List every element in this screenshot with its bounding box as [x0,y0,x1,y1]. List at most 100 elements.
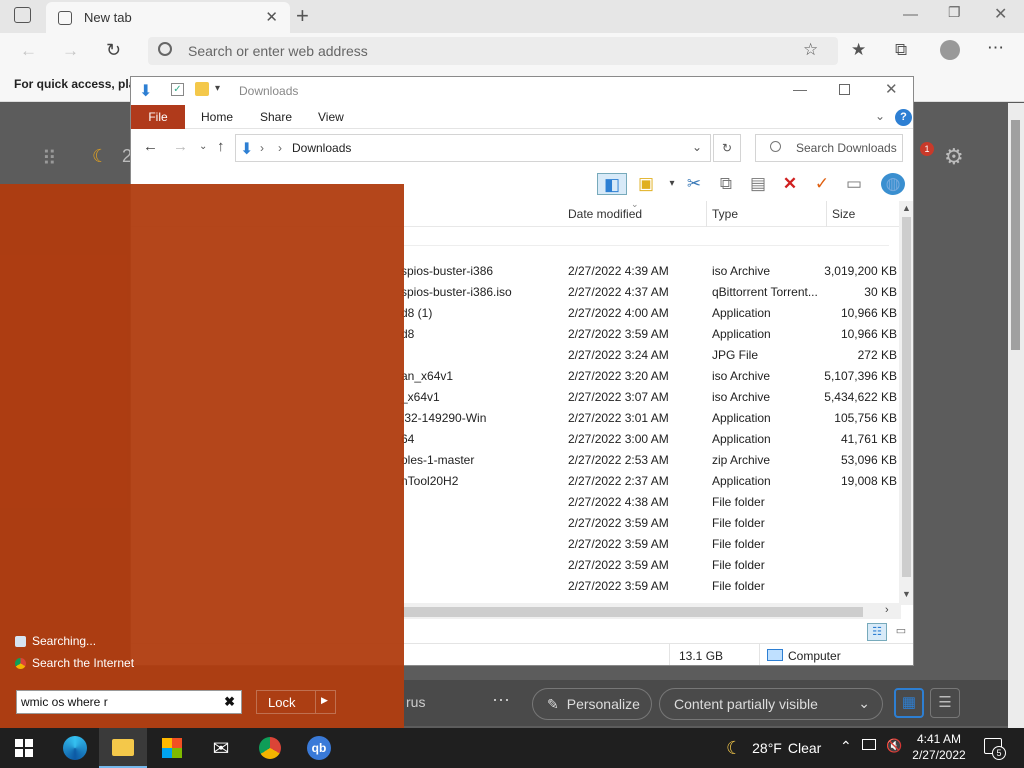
start-button[interactable] [0,728,48,768]
explorer-refresh-button[interactable]: ↻ [713,134,741,162]
explorer-back-icon[interactable]: ← [143,138,158,155]
ribbon-tab-share[interactable]: Share [260,105,292,129]
content-visibility-dropdown[interactable]: Content partially visible ⌄ [659,688,883,720]
taskbar-weather[interactable]: ☾ 28°F Clear [726,728,821,768]
explorer-maximize-icon[interactable] [839,84,850,95]
help-icon[interactable]: ? [895,109,912,126]
apps-grid-icon[interactable]: ⠿ [42,146,57,171]
back-icon[interactable]: ← [20,41,37,61]
more-options-icon[interactable]: ⋯ [492,690,510,711]
up-folder-icon[interactable]: ↑ [217,138,225,155]
restore-icon[interactable]: ❐ [948,4,961,21]
file-date: 2/27/2022 3:59 AM [568,558,669,572]
browser-tab[interactable]: New tab ✕ [46,2,290,33]
list-layout-icon[interactable]: ☰ [930,688,960,718]
file-date: 2/27/2022 3:01 AM [568,411,669,425]
column-date-modified[interactable]: Date modified [568,207,642,221]
path-downloads[interactable]: Downloads [292,141,351,155]
favorites-icon[interactable]: ★ [851,40,866,60]
volume-muted-icon[interactable]: 🔇 [886,738,902,754]
taskbar-qbittorrent[interactable]: qb [295,728,343,768]
details-view-icon[interactable]: ☷ [867,623,887,641]
forward-icon[interactable]: → [62,41,79,61]
clear-search-icon[interactable]: ✖ [224,694,235,710]
personalize-label: Personalize [566,696,640,712]
refresh-icon[interactable]: ↻ [106,40,121,61]
grid-layout-icon[interactable]: ▦ [894,688,924,718]
new-folder-icon[interactable]: ▣ [635,173,657,195]
searching-icon [15,635,26,647]
cut-icon[interactable]: ✂ [683,173,705,195]
close-tab-icon[interactable]: ✕ [265,8,278,26]
file-size: 272 KB [857,348,897,362]
taskbar-chrome[interactable] [246,728,294,768]
delete-icon[interactable]: ✕ [779,173,801,195]
scroll-up-icon[interactable]: ▲ [902,203,911,213]
rename-icon[interactable]: ▭ [843,173,865,195]
checkmark-icon[interactable]: ✓ [811,173,833,195]
page-scroll-thumb[interactable] [1011,120,1020,350]
minimize-icon[interactable]: — [903,6,918,23]
file-type: Application [712,306,771,320]
path-dropdown-icon[interactable]: ⌄ [692,140,702,154]
more-menu-icon[interactable]: ⋯ [987,38,1004,58]
paste-icon[interactable]: ▤ [747,173,769,195]
explorer-forward-icon[interactable]: → [173,138,188,155]
collections-icon[interactable]: ⧉ [895,40,907,60]
ribbon-tab-view[interactable]: View [318,105,344,129]
toolbar-dropdown-icon[interactable]: ▾ [661,173,683,195]
add-favorite-icon[interactable]: ☆ [803,40,818,60]
taskbar-clock[interactable]: 4:41 AM 2/27/2022 [908,731,970,763]
file-list-hscroll-thumb[interactable] [401,607,863,617]
file-size: 30 KB [864,285,897,299]
lock-button[interactable]: Lock ▶ [256,690,336,714]
search-internet-item[interactable]: Search the Internet [15,656,134,670]
settings-gear-icon[interactable]: ⚙ [944,144,964,170]
file-list-vscroll-thumb[interactable] [902,217,911,577]
ribbon-tab-home[interactable]: Home [201,105,233,129]
taskbar-file-explorer[interactable] [99,728,147,768]
preview-pane-icon[interactable]: ◧ [597,173,627,195]
file-date: 2/27/2022 3:00 AM [568,432,669,446]
clock-time: 4:41 AM [916,732,962,746]
copy-icon[interactable]: ⧉ [715,173,737,195]
taskbar-mail[interactable]: ✉ [197,728,245,768]
column-divider[interactable] [706,201,707,227]
network-icon[interactable] [862,739,876,750]
address-bar[interactable]: Search or enter web address [148,37,838,65]
scroll-right-icon[interactable]: › [885,604,889,616]
file-size: 10,966 KB [840,327,897,341]
file-size: 10,966 KB [840,306,897,320]
folder-icon[interactable] [195,82,209,96]
show-hidden-icons[interactable]: ⌃ [840,738,852,755]
properties-check-icon[interactable]: ✓ [171,83,184,96]
explorer-path-bar[interactable]: ⬇ › › Downloads ⌄ [235,134,711,162]
profile-avatar[interactable] [940,40,960,60]
file-size: 53,096 KB [840,453,897,467]
scroll-down-icon[interactable]: ▼ [902,589,911,599]
column-size[interactable]: Size [832,207,855,221]
explorer-minimize-icon[interactable]: — [793,81,807,97]
large-icons-view-icon[interactable]: ▭ [891,623,911,641]
explorer-search-input[interactable]: Search Downloads [755,134,903,162]
ribbon-expand-icon[interactable]: ⌄ [875,109,885,123]
globe-icon[interactable]: ◍ [881,173,905,195]
explorer-close-icon[interactable]: ✕ [885,80,898,98]
quick-access-dropdown-icon[interactable]: ▾ [215,83,220,94]
lock-arrow-icon[interactable]: ▶ [321,695,328,706]
file-size: 5,107,396 KB [824,369,897,383]
recent-locations-icon[interactable]: ⌄ [199,141,207,152]
column-divider[interactable] [826,201,827,227]
start-search-input[interactable]: wmic os where r ✖ [16,690,242,714]
column-type[interactable]: Type [712,207,738,221]
new-tab-button[interactable]: + [296,3,309,29]
search-internet-label[interactable]: Search the Internet [32,656,134,670]
personalize-button[interactable]: ✎ Personalize [532,688,652,720]
moon-icon: ☾ [726,737,743,758]
taskbar-edge[interactable] [51,728,99,768]
tab-actions-icon[interactable] [14,7,31,23]
file-date: 2/27/2022 3:59 AM [568,327,669,341]
ribbon-tab-file[interactable]: File [131,105,185,129]
close-window-icon[interactable]: ✕ [994,4,1007,24]
taskbar-store[interactable] [148,728,196,768]
